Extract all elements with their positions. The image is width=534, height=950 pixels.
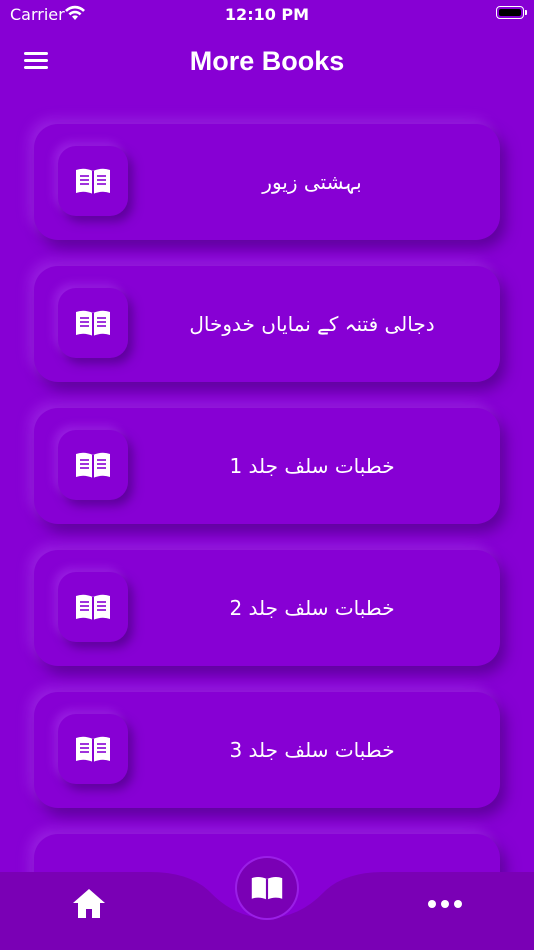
book-card[interactable]: خطبات سلف جلد 2: [34, 550, 500, 666]
book-open-icon: [58, 572, 128, 642]
book-title: خطبات سلف جلد 2: [229, 596, 395, 620]
book-open-icon: [58, 288, 128, 358]
book-open-icon: [58, 146, 128, 216]
home-icon[interactable]: [68, 886, 110, 922]
book-card[interactable]: دجالی فتنہ کے نمایاں خدوخال: [34, 266, 500, 382]
book-card[interactable]: خطبات سلف جلد 1: [34, 408, 500, 524]
battery-icon: [496, 6, 527, 19]
page-title: More Books: [189, 46, 345, 76]
more-dots-icon[interactable]: [428, 896, 462, 912]
status-time: 12:10 PM: [224, 5, 310, 24]
book-title: خطبات سلف جلد 1: [229, 454, 395, 478]
book-title: دجالی فتنہ کے نمایاں خدوخال: [189, 312, 435, 336]
book-title: خطبات سلف جلد 3: [229, 738, 395, 762]
bottom-nav: [0, 858, 534, 950]
status-bar: Carrier 12:10 PM: [0, 0, 534, 28]
book-open-icon[interactable]: [237, 858, 297, 918]
book-open-icon: [58, 714, 128, 784]
book-list[interactable]: بہشتی زیور دجالی فتنہ کے نمایاں خدوخال خ…: [0, 100, 534, 872]
book-card[interactable]: خطبات سلف جلد 3: [34, 692, 500, 808]
app-header: More Books: [0, 28, 534, 100]
book-title: بہشتی زیور: [262, 170, 362, 194]
book-open-icon: [58, 430, 128, 500]
book-card[interactable]: بہشتی زیور: [34, 124, 500, 240]
